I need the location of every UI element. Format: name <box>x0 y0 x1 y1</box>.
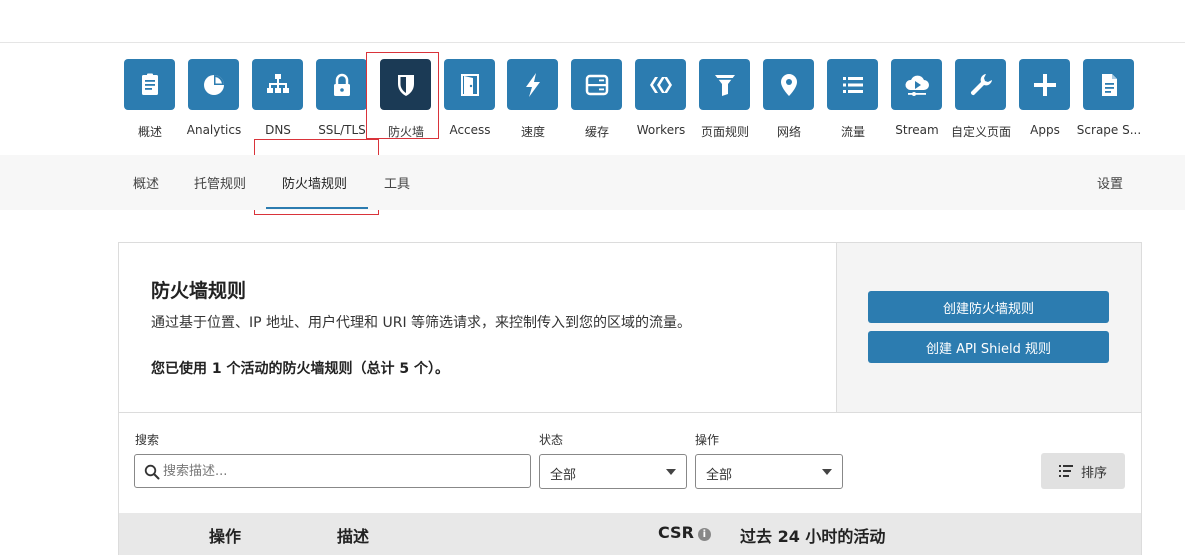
status-select-value: 全部 <box>550 468 577 483</box>
nav-item-14[interactable]: Apps <box>1015 59 1075 139</box>
sort-label: 排序 <box>1080 465 1107 481</box>
server-icon <box>583 71 611 99</box>
pie-chart-icon <box>200 71 228 99</box>
status-select[interactable]: 全部 <box>539 454 687 489</box>
search-input[interactable] <box>163 455 523 487</box>
info-icon[interactable]: i <box>697 528 711 541</box>
page-title: 防火墙规则 <box>151 280 247 302</box>
nav-tile[interactable] <box>124 59 175 110</box>
column-header-csr: CSR i <box>658 523 711 542</box>
nav-tile[interactable] <box>1083 59 1134 110</box>
settings-link[interactable]: 设置 <box>1097 173 1123 192</box>
sort-button[interactable]: 排序 <box>1041 453 1125 489</box>
card-actions-panel <box>836 243 1141 412</box>
status-label: 状态 <box>539 433 564 447</box>
card-divider <box>119 412 1141 413</box>
nav-item-4[interactable]: 防火墙 <box>376 59 436 139</box>
document-icon <box>136 71 164 99</box>
column-header-description: 描述 <box>337 527 370 546</box>
nav-tile[interactable] <box>1019 59 1070 110</box>
nav-tile[interactable] <box>444 59 495 110</box>
nav-tile[interactable] <box>699 59 750 110</box>
search-icon <box>144 464 160 480</box>
nav-tile[interactable] <box>827 59 878 110</box>
nav-item-label: Scrape S... <box>1076 123 1142 137</box>
column-header-activity: 过去 24 小时的活动 <box>740 527 886 546</box>
column-header-action: 操作 <box>209 527 242 546</box>
create-firewall-rule-button[interactable]: 创建防火墙规则 <box>868 291 1109 323</box>
shield-icon <box>392 71 420 99</box>
chevron-down-icon <box>822 469 832 475</box>
search-label: 搜索 <box>135 433 160 447</box>
action-select[interactable]: 全部 <box>695 454 843 489</box>
door-icon <box>456 71 484 99</box>
nav-tile[interactable] <box>507 59 558 110</box>
tab-managed-rules[interactable]: 托管规则 <box>194 173 246 192</box>
nav-tile[interactable] <box>188 59 239 110</box>
nav-tile[interactable] <box>763 59 814 110</box>
workers-icon <box>647 71 675 99</box>
tab-firewall-rules[interactable]: 防火墙规则 <box>282 173 347 192</box>
nav-tile[interactable] <box>635 59 686 110</box>
nav-tile[interactable] <box>571 59 622 110</box>
filter-icon <box>711 71 739 99</box>
nav-item-6[interactable]: 速度 <box>503 59 563 139</box>
nav-item-8[interactable]: Workers <box>631 59 691 139</box>
sub-nav: 概述 托管规则 防火墙规则 工具 设置 <box>0 155 1185 210</box>
create-api-shield-rule-button[interactable]: 创建 API Shield 规则 <box>868 331 1109 363</box>
tab-tools[interactable]: 工具 <box>384 173 410 192</box>
top-divider <box>0 42 1185 43</box>
nav-item-13[interactable]: 自定义页面 <box>951 59 1011 139</box>
nav-item-9[interactable]: 页面规则 <box>695 59 755 139</box>
tab-overview[interactable]: 概述 <box>133 173 159 192</box>
csr-label: CSR <box>658 523 694 542</box>
nav-tile[interactable] <box>955 59 1006 110</box>
nav-item-2[interactable]: DNS <box>248 59 308 139</box>
list-icon <box>839 71 867 99</box>
nav-item-0[interactable]: 概述 <box>120 59 180 139</box>
active-tab-indicator <box>266 207 368 209</box>
rules-table-header: 操作 描述 CSR i 过去 24 小时的活动 <box>119 513 1141 555</box>
chevron-down-icon <box>666 469 676 475</box>
lightning-icon <box>519 71 547 99</box>
page-icon <box>1095 71 1123 99</box>
nav-item-10[interactable]: 网络 <box>759 59 819 139</box>
nav-item-7[interactable]: 缓存 <box>567 59 627 139</box>
nav-tile[interactable] <box>891 59 942 110</box>
rule-usage-text: 您已使用 1 个活动的防火墙规则（总计 5 个）。 <box>151 361 449 377</box>
nav-item-3[interactable]: SSL/TLS <box>312 59 372 139</box>
network-tree-icon <box>264 71 292 99</box>
nav-tile[interactable] <box>252 59 303 110</box>
lock-icon <box>328 71 356 99</box>
nav-item-1[interactable]: Analytics <box>184 59 244 139</box>
nav-item-12[interactable]: Stream <box>887 59 947 139</box>
nav-item-11[interactable]: 流量 <box>823 59 883 139</box>
wrench-icon <box>967 71 995 99</box>
plus-icon <box>1031 71 1059 99</box>
action-label: 操作 <box>695 433 720 447</box>
action-select-value: 全部 <box>706 468 733 483</box>
card-description: 通过基于位置、IP 地址、用户代理和 URI 等筛选请求，来控制传入到您的区域的… <box>151 315 692 331</box>
nav-item-15[interactable]: Scrape S... <box>1077 59 1141 139</box>
nav-item-5[interactable]: Access <box>440 59 500 139</box>
sort-list-icon <box>1058 465 1073 477</box>
location-pin-icon <box>775 71 803 99</box>
nav-tile[interactable] <box>316 59 367 110</box>
nav-tile[interactable] <box>380 59 431 110</box>
cloud-play-icon <box>903 71 931 99</box>
search-field[interactable] <box>134 454 531 488</box>
